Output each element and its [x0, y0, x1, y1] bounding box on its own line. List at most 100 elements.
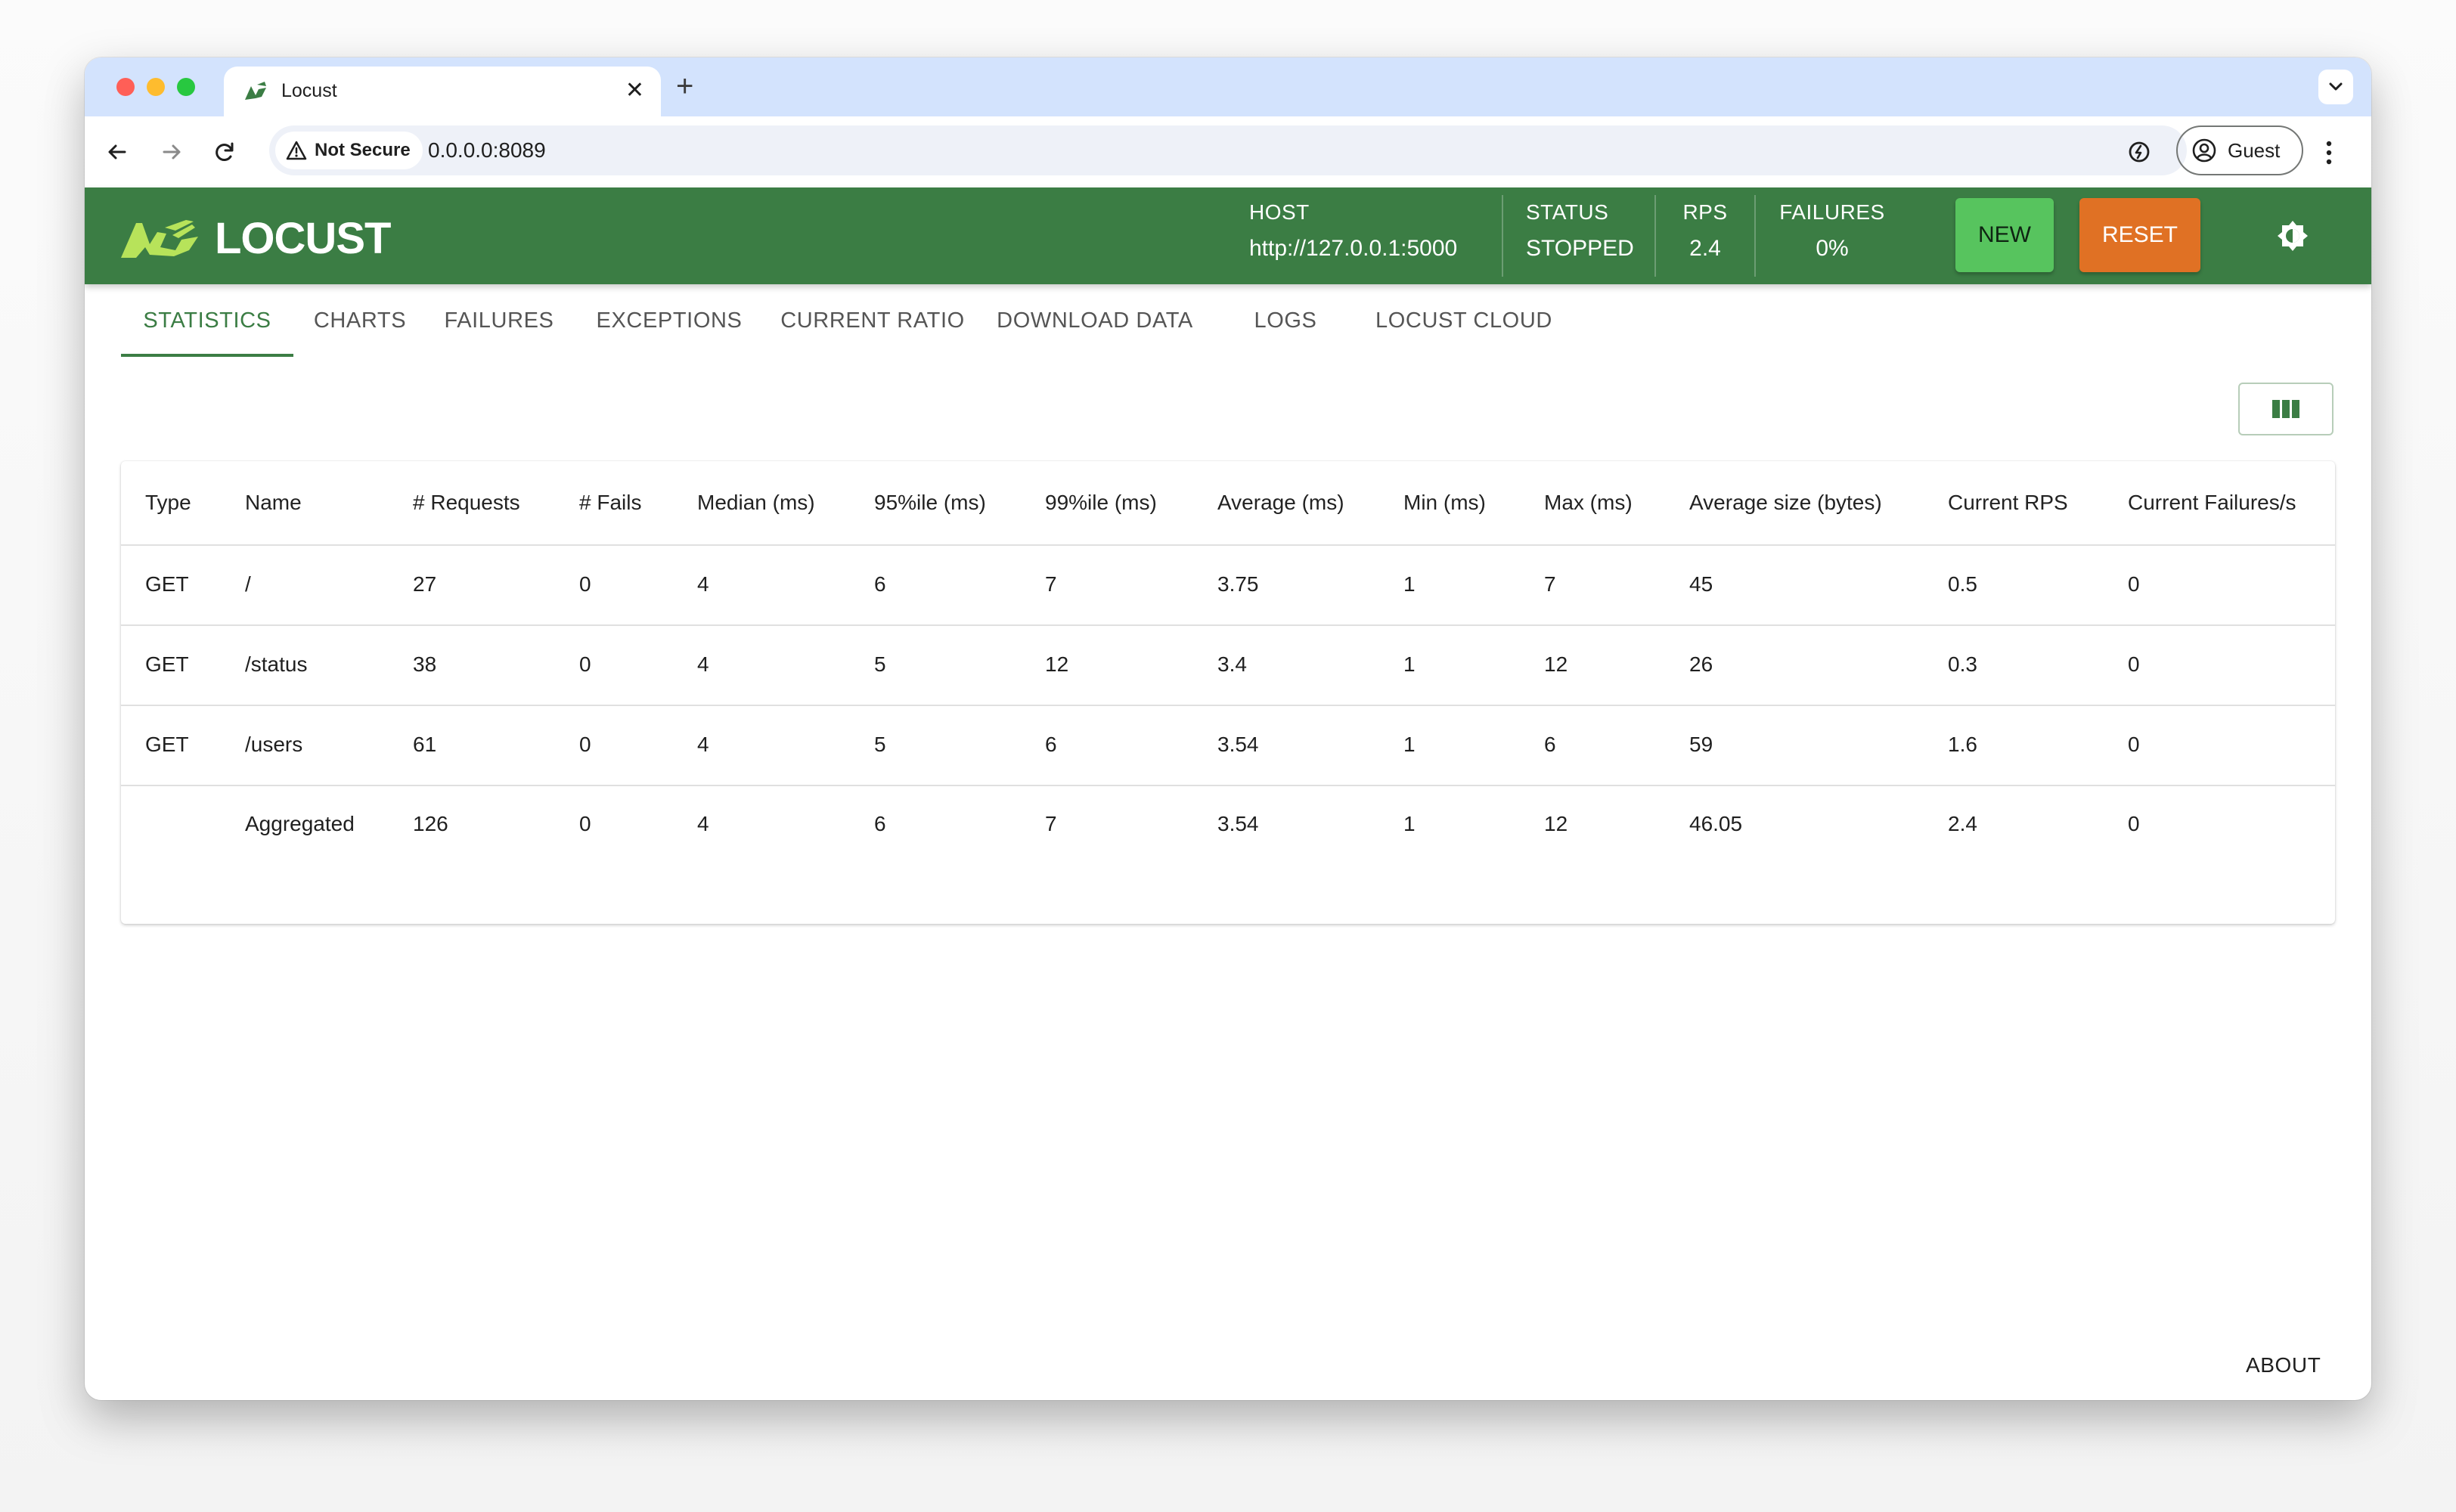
profile-label: Guest — [2228, 138, 2281, 162]
back-arrow-icon[interactable] — [100, 135, 135, 169]
tab-search-button[interactable] — [2318, 70, 2353, 104]
column-header-requests[interactable]: # Requests — [413, 461, 520, 544]
performance-icon[interactable] — [2122, 135, 2157, 169]
column-header-current-rps[interactable]: Current RPS — [1948, 461, 2068, 544]
security-status-label: Not Secure — [315, 140, 411, 160]
column-header-median[interactable]: Median (ms) — [697, 461, 815, 544]
cell-name: /users — [245, 733, 303, 756]
address-bar[interactable]: Not Secure 0.0.0.0:8089 — [269, 125, 2187, 175]
cell-requests: 126 — [413, 812, 448, 835]
cell-max: 12 — [1544, 812, 1568, 835]
cell-fails: 0 — [579, 572, 591, 596]
cell-average: 3.54 — [1217, 812, 1259, 835]
site-info-button[interactable]: Not Secure — [275, 132, 423, 169]
status-stat: STATUS STOPPED — [1526, 200, 1634, 272]
column-header-average[interactable]: Average (ms) — [1217, 461, 1344, 544]
about-link[interactable]: ABOUT — [2246, 1353, 2321, 1377]
maximize-window-button[interactable] — [177, 78, 195, 96]
tab-logs[interactable]: LOGS — [1239, 284, 1332, 357]
cell-95ile: 5 — [874, 733, 886, 756]
reload-icon[interactable] — [207, 135, 242, 169]
warning-triangle-icon — [286, 141, 307, 160]
browser-tab-locust[interactable]: Locust ✕ — [224, 67, 661, 116]
tab-charts[interactable]: CHARTS — [298, 284, 422, 357]
url-text[interactable]: 0.0.0.0:8089 — [428, 138, 546, 163]
cell-median: 4 — [697, 812, 709, 835]
tab-failures[interactable]: FAILURES — [423, 284, 575, 357]
rps-label: RPS — [1682, 200, 1728, 224]
column-header-average-size[interactable]: Average size (bytes) — [1689, 461, 1882, 544]
table-row: GET /users 61 0 4 5 6 3.54 1 6 59 1.6 0 — [121, 705, 2335, 786]
locust-logo[interactable]: LOCUST — [119, 213, 391, 264]
cell-current-rps: 0.5 — [1948, 572, 1977, 596]
host-stat: HOST http://127.0.0.1:5000 — [1249, 200, 1457, 272]
reset-stats-button[interactable]: RESET — [2079, 198, 2200, 272]
cell-average: 3.54 — [1217, 733, 1259, 756]
cell-max: 12 — [1544, 652, 1568, 676]
column-header-min[interactable]: Min (ms) — [1403, 461, 1486, 544]
cell-min: 1 — [1403, 652, 1416, 676]
profile-button[interactable]: Guest — [2176, 125, 2303, 175]
column-header-name[interactable]: Name — [245, 461, 302, 544]
cell-type: GET — [145, 572, 189, 596]
column-header-max[interactable]: Max (ms) — [1544, 461, 1633, 544]
cell-type: GET — [145, 652, 189, 676]
status-label: STATUS — [1526, 200, 1609, 224]
cell-requests: 27 — [413, 572, 437, 596]
column-header-95ile[interactable]: 95%ile (ms) — [874, 461, 986, 544]
cell-current-rps: 2.4 — [1948, 812, 1977, 835]
table-row-aggregated: Aggregated 126 0 4 6 7 3.54 1 12 46.05 2… — [121, 785, 2335, 863]
table-row: GET /status 38 0 4 5 12 3.4 1 12 26 0.3 … — [121, 624, 2335, 706]
close-tab-icon[interactable]: ✕ — [625, 77, 644, 104]
new-test-button[interactable]: NEW — [1955, 198, 2054, 272]
cell-95ile: 6 — [874, 812, 886, 835]
rps-value: 2.4 — [1689, 236, 1721, 261]
table-row: GET / 27 0 4 6 7 3.75 1 7 45 0.5 0 — [121, 544, 2335, 626]
browser-tab-title: Locust — [281, 80, 337, 101]
app-header: LOCUST HOST http://127.0.0.1:5000 STATUS… — [85, 187, 2371, 284]
cell-95ile: 6 — [874, 572, 886, 596]
browser-tabstrip: Locust ✕ + — [85, 57, 2371, 116]
desktop-background: Locust ✕ + Not Secure 0.0.0.0:8089 Guest… — [0, 0, 2456, 1512]
column-header-fails[interactable]: # Fails — [579, 461, 641, 544]
column-header-type[interactable]: Type — [145, 461, 191, 544]
minimize-window-button[interactable] — [147, 78, 165, 96]
cell-fails: 0 — [579, 812, 591, 835]
cell-current-failures: 0 — [2128, 812, 2140, 835]
active-tab-indicator — [121, 354, 293, 357]
select-columns-button[interactable] — [2238, 383, 2334, 435]
cell-99ile: 12 — [1045, 652, 1069, 676]
cell-name: Aggregated — [245, 812, 355, 835]
column-header-99ile[interactable]: 99%ile (ms) — [1045, 461, 1157, 544]
brightness-icon[interactable] — [2275, 218, 2311, 254]
cell-average-size: 45 — [1689, 572, 1713, 596]
forward-arrow-icon[interactable] — [154, 135, 189, 169]
new-tab-icon[interactable]: + — [676, 70, 693, 103]
cell-requests: 38 — [413, 652, 437, 676]
cell-average-size: 59 — [1689, 733, 1713, 756]
more-options-icon[interactable] — [2321, 136, 2337, 169]
cell-type: GET — [145, 733, 189, 756]
browser-window: Locust ✕ + Not Secure 0.0.0.0:8089 Guest… — [85, 57, 2371, 1400]
tab-locust-cloud[interactable]: LOCUST CLOUD — [1361, 284, 1567, 357]
close-window-button[interactable] — [116, 78, 135, 96]
tab-download-data[interactable]: DOWNLOAD DATA — [981, 284, 1208, 357]
cell-median: 4 — [697, 572, 709, 596]
status-value: STOPPED — [1526, 236, 1634, 261]
tab-exceptions[interactable]: EXCEPTIONS — [579, 284, 759, 357]
table-header-row: Type Name # Requests # Fails Median (ms)… — [121, 461, 2335, 546]
cell-median: 4 — [697, 652, 709, 676]
stat-divider — [1754, 195, 1756, 277]
column-header-current-failures[interactable]: Current Failures/s — [2128, 461, 2296, 544]
cell-average: 3.75 — [1217, 572, 1259, 596]
cell-95ile: 5 — [874, 652, 886, 676]
cell-current-rps: 1.6 — [1948, 733, 1977, 756]
cell-99ile: 6 — [1045, 733, 1057, 756]
cell-fails: 0 — [579, 733, 591, 756]
cell-name: / — [245, 572, 251, 596]
logo-text: LOCUST — [215, 214, 391, 263]
cell-max: 7 — [1544, 572, 1556, 596]
cell-median: 4 — [697, 733, 709, 756]
tab-statistics[interactable]: STATISTICS — [121, 284, 293, 357]
tab-current-ratio[interactable]: CURRENT RATIO — [765, 284, 980, 357]
